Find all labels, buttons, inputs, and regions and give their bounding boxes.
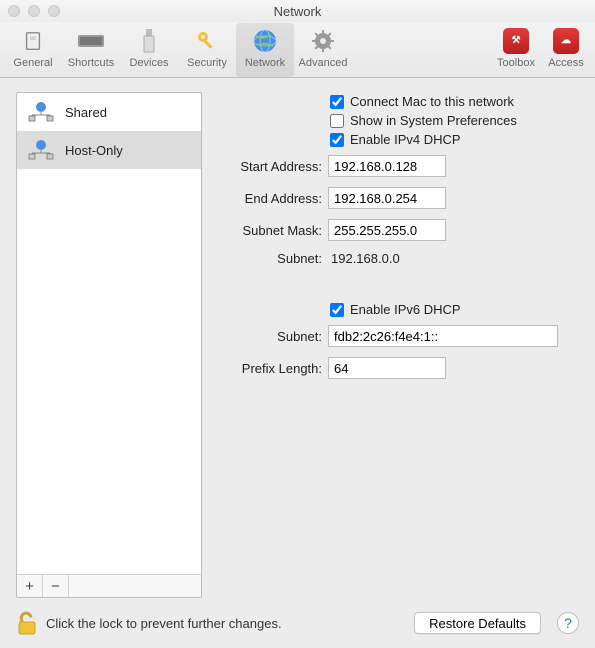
network-list: Shared Host-Only (17, 93, 201, 574)
tab-label: Security (187, 57, 227, 69)
show-sysprefs-label: Show in System Preferences (350, 113, 517, 128)
connect-mac-checkbox[interactable] (330, 95, 344, 109)
network-shared-icon (27, 101, 55, 123)
tab-label: Advanced (299, 57, 348, 69)
gear-icon (309, 27, 337, 55)
tab-devices[interactable]: Devices (120, 23, 178, 77)
sidebar-item-shared[interactable]: Shared (17, 93, 201, 131)
enable-ipv6-dhcp-label: Enable IPv6 DHCP (350, 302, 461, 317)
prefix-length-label: Prefix Length: (220, 361, 328, 376)
tab-label: Devices (129, 57, 168, 69)
tab-label: Network (245, 57, 285, 69)
tab-label: Access (548, 57, 583, 69)
titlebar: Network (0, 0, 595, 22)
bottom-bar: Click the lock to prevent further change… (0, 598, 595, 648)
lock-text: Click the lock to prevent further change… (46, 616, 406, 631)
network-hostonly-icon (27, 139, 55, 161)
tab-security[interactable]: Security (178, 23, 236, 77)
toolbar: General Shortcuts Devices Security Netwo… (0, 22, 595, 78)
keyboard-icon (77, 27, 105, 55)
connect-mac-label: Connect Mac to this network (350, 94, 514, 109)
enable-ipv4-dhcp-label: Enable IPv4 DHCP (350, 132, 461, 147)
subnet-mask-input[interactable] (328, 219, 446, 241)
subnet-v6-label: Subnet: (220, 329, 328, 344)
subnet-v6-input[interactable] (328, 325, 558, 347)
enable-ipv4-dhcp-checkbox[interactable] (330, 133, 344, 147)
prefix-length-input[interactable] (328, 357, 446, 379)
remove-network-button[interactable]: − (43, 575, 69, 597)
usb-icon (135, 27, 163, 55)
tab-label: General (13, 57, 52, 69)
add-network-button[interactable]: + (17, 575, 43, 597)
tab-access[interactable]: ☁ Access (541, 23, 591, 77)
access-app-icon: ☁ (552, 27, 580, 55)
restore-defaults-button[interactable]: Restore Defaults (414, 612, 541, 634)
tab-advanced[interactable]: Advanced (294, 23, 352, 77)
subnet-v4-value: 192.168.0.0 (328, 251, 400, 266)
tab-label: Toolbox (497, 57, 535, 69)
window-title: Network (0, 4, 595, 19)
sidebar-item-label: Host-Only (65, 143, 123, 158)
tab-network[interactable]: Network (236, 23, 294, 77)
key-icon (193, 27, 221, 55)
subnet-mask-label: Subnet Mask: (220, 223, 328, 238)
tab-label: Shortcuts (68, 57, 114, 69)
tab-general[interactable]: General (4, 23, 62, 77)
sidebar-item-label: Shared (65, 105, 107, 120)
general-icon (19, 27, 47, 55)
sidebar-item-host-only[interactable]: Host-Only (17, 131, 201, 169)
network-sidebar: Shared Host-Only + − (16, 92, 202, 598)
start-address-label: Start Address: (220, 159, 328, 174)
lock-icon[interactable] (16, 610, 38, 636)
tab-toolbox[interactable]: ⚒ Toolbox (491, 23, 541, 77)
help-button[interactable]: ? (557, 612, 579, 634)
end-address-input[interactable] (328, 187, 446, 209)
show-sysprefs-checkbox[interactable] (330, 114, 344, 128)
settings-form: Connect Mac to this network Show in Syst… (220, 92, 579, 598)
enable-ipv6-dhcp-checkbox[interactable] (330, 303, 344, 317)
content-area: Shared Host-Only + − Connect Mac to this… (0, 78, 595, 598)
toolbox-app-icon: ⚒ (502, 27, 530, 55)
end-address-label: End Address: (220, 191, 328, 206)
sidebar-footer: + − (17, 574, 201, 597)
tab-shortcuts[interactable]: Shortcuts (62, 23, 120, 77)
subnet-v4-label: Subnet: (220, 251, 328, 266)
start-address-input[interactable] (328, 155, 446, 177)
globe-icon (251, 27, 279, 55)
